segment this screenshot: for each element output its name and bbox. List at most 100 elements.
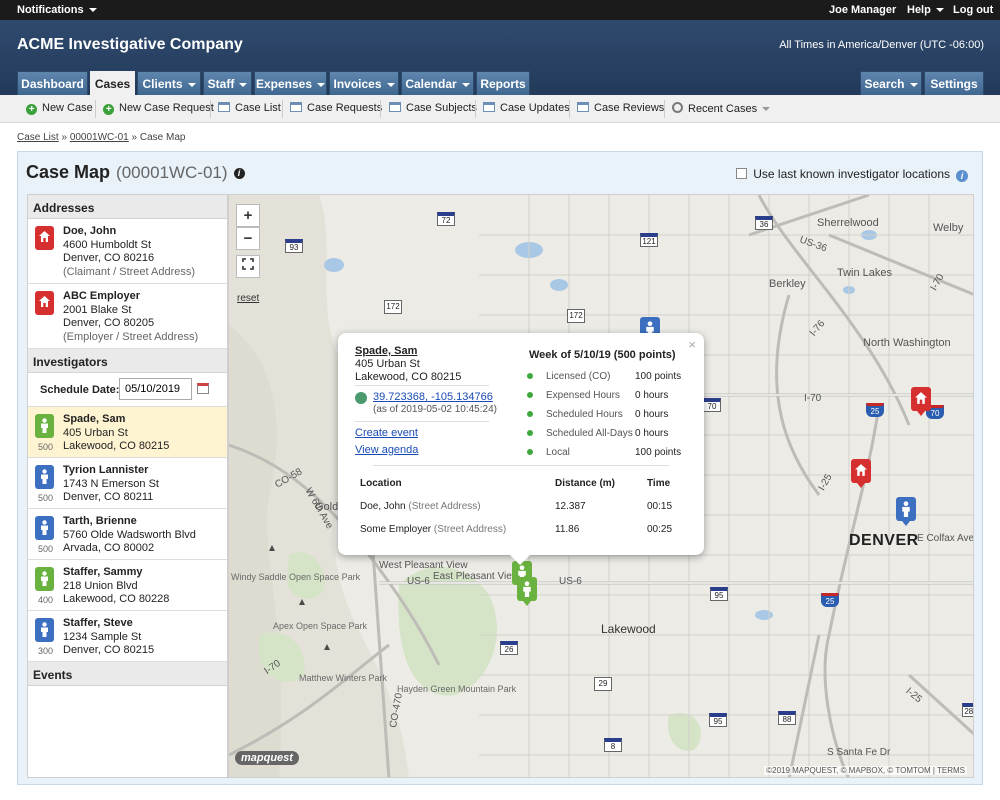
tab-label: Invoices: [333, 77, 382, 91]
tab-cases[interactable]: Cases: [90, 71, 135, 95]
breadcrumb-case-number[interactable]: 00001WC-01: [70, 132, 129, 143]
map-label-west-pleasant-view: West Pleasant View: [379, 560, 468, 571]
mapquest-logo: mapquest: [235, 751, 299, 765]
window-icon: [577, 102, 589, 112]
person-pin-icon: [35, 567, 54, 591]
highway-shield: 26: [500, 641, 518, 655]
tab-clients[interactable]: Clients: [137, 71, 201, 95]
investigator-item[interactable]: Spade, Sam 405 Urban St Lakewood, CO 802…: [28, 407, 227, 458]
tool-label: New Case Request: [119, 102, 214, 114]
investigator-item[interactable]: Staffer, Sammy 218 Union Blvd Lakewood, …: [28, 560, 227, 611]
investigator-item[interactable]: Tarth, Brienne 5760 Olde Wadsworth Blvd …: [28, 509, 227, 560]
case-map-panel: Case Map (00001WC-01) i Use last known inv…: [17, 151, 983, 785]
tab-staff[interactable]: Staff: [203, 71, 252, 95]
case-reviews-button[interactable]: Case Reviews: [577, 102, 664, 114]
address-map-pin[interactable]: [911, 387, 931, 416]
investigators-heading: Investigators: [28, 349, 227, 373]
create-event-link[interactable]: Create event: [355, 427, 418, 439]
addresses-heading: Addresses: [28, 195, 227, 219]
map-label-us6-west: US-6: [407, 576, 430, 587]
zoom-out-button[interactable]: −: [236, 227, 260, 250]
company-name: ACME Investigative Company: [17, 36, 243, 53]
investigator-score: 300: [38, 645, 54, 656]
info-icon[interactable]: i: [233, 168, 245, 179]
zoom-in-button[interactable]: +: [236, 204, 260, 227]
calendar-icon[interactable]: [197, 383, 209, 394]
tab-settings[interactable]: Settings: [924, 71, 984, 95]
address-line2: Denver, CO 80205: [63, 317, 155, 329]
case-map[interactable]: + − reset DENVER Lakewood Sherrelwood We…: [228, 194, 974, 778]
help-menu[interactable]: Help: [907, 4, 944, 16]
highway-shield: 95: [709, 713, 727, 727]
tab-reports[interactable]: Reports: [476, 71, 530, 95]
divider: [282, 100, 283, 118]
new-case-request-button[interactable]: + New Case Request: [103, 102, 214, 115]
tab-dashboard[interactable]: Dashboard: [17, 71, 88, 95]
col-distance: Distance (m): [555, 478, 616, 489]
logout-link[interactable]: Log out: [953, 4, 993, 16]
address-item[interactable]: Doe, John 4600 Humboldt St Denver, CO 80…: [28, 219, 227, 284]
row-location: Doe, John (Street Address): [360, 501, 481, 512]
stat-label: Scheduled All-Days: [546, 428, 633, 439]
investigator-name: Staffer, Sammy: [63, 566, 143, 578]
investigator-item[interactable]: Tyrion Lannister 1743 N Emerson St Denve…: [28, 458, 227, 509]
window-icon: [389, 102, 401, 112]
investigator-map-pin[interactable]: [896, 497, 916, 526]
tab-expenses[interactable]: Expenses: [254, 71, 327, 95]
map-reset-link[interactable]: reset: [237, 293, 259, 304]
tab-calendar[interactable]: Calendar: [401, 71, 474, 95]
divider: [380, 100, 381, 118]
address-name: ABC Employer: [63, 290, 141, 302]
chevron-down-icon: [386, 82, 395, 87]
tab-label: Calendar: [405, 77, 457, 91]
investigator-score: 500: [38, 543, 54, 554]
investigator-name: Spade, Sam: [63, 413, 126, 425]
address-map-pin[interactable]: [851, 459, 871, 488]
case-subjects-button[interactable]: Case Subjects: [389, 102, 477, 114]
breadcrumb-current: Case Map: [139, 132, 186, 143]
stat-row: Scheduled Hours 0 hours: [527, 409, 668, 420]
row-name: Some Employer: [360, 524, 432, 535]
investigator-map-pin-selected[interactable]: [517, 577, 537, 606]
person-pin-icon: [35, 516, 54, 540]
map-copyright[interactable]: ©2019 MAPQUEST, © MAPBOX, © TOMTOM | TER…: [764, 766, 967, 775]
popup-coordinates-link[interactable]: 39.723368, -105.134766: [373, 391, 493, 403]
tab-label: Staff: [207, 77, 235, 91]
investigator-item[interactable]: Staffer, Steve 1234 Sample St Denver, CO…: [28, 611, 227, 662]
investigator-line2: Lakewood, CO 80228: [63, 593, 170, 605]
user-name[interactable]: Joe Manager: [829, 4, 896, 16]
investigator-popup: × Spade, Sam 405 Urban St Lakewood, CO 8…: [338, 333, 704, 565]
notifications-menu[interactable]: Notifications: [17, 4, 97, 16]
globe-icon: [355, 392, 367, 404]
recent-cases-button[interactable]: Recent Cases: [672, 102, 771, 115]
case-requests-button[interactable]: Case Requests: [290, 102, 382, 114]
schedule-date-input[interactable]: [119, 378, 192, 400]
popup-investigator-name[interactable]: Spade, Sam: [355, 345, 417, 357]
col-time: Time: [647, 478, 671, 489]
investigator-name: Tyrion Lannister: [63, 464, 149, 476]
stat-label: Scheduled Hours: [546, 409, 623, 420]
divider: [355, 421, 489, 422]
tab-invoices[interactable]: Invoices: [329, 71, 399, 95]
last-known-toggle[interactable]: Use last known investigator locations i: [736, 167, 968, 182]
new-case-button[interactable]: + New Case: [26, 102, 93, 115]
view-agenda-link[interactable]: View agenda: [355, 444, 418, 456]
row-location: Some Employer (Street Address): [360, 524, 506, 535]
breadcrumb-case-list[interactable]: Case List: [17, 132, 59, 143]
map-label-denver: DENVER: [849, 532, 919, 549]
tab-search[interactable]: Search: [860, 71, 922, 95]
map-label-welby: Welby: [933, 222, 964, 234]
fullscreen-button[interactable]: [236, 255, 260, 278]
highway-shield: 285: [962, 703, 973, 717]
address-item[interactable]: ABC Employer 2001 Blake St Denver, CO 80…: [28, 284, 227, 349]
help-icon[interactable]: i: [956, 170, 968, 182]
address-meta: (Employer / Street Address): [63, 330, 199, 343]
investigator-name: Tarth, Brienne: [63, 515, 137, 527]
case-updates-button[interactable]: Case Updates: [483, 102, 570, 114]
last-known-checkbox[interactable]: [736, 168, 748, 179]
case-list-button[interactable]: Case List: [218, 102, 281, 114]
map-label-us6: US-6: [559, 576, 582, 587]
stat-label: Expensed Hours: [546, 390, 620, 401]
popup-close-button[interactable]: ×: [688, 337, 696, 352]
highway-shield: 172: [384, 300, 402, 314]
